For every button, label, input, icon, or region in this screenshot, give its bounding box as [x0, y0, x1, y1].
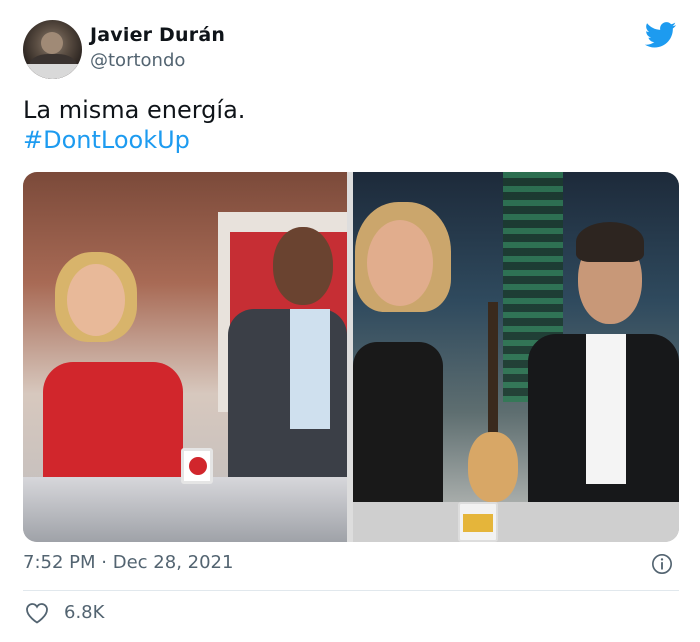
- studio-desk-right: [353, 502, 679, 542]
- avatar-face: [41, 32, 63, 54]
- meta-separator: ·: [101, 552, 107, 573]
- author-handle[interactable]: @tortondo: [90, 50, 185, 71]
- man-host-right: [528, 222, 679, 512]
- tv-studio-photo-left[interactable]: [23, 172, 347, 542]
- tv-studio-photo-right[interactable]: [353, 172, 679, 542]
- mug-left: [181, 448, 213, 484]
- heart-icon[interactable]: [25, 602, 49, 624]
- divider: [23, 590, 679, 591]
- info-icon[interactable]: [651, 553, 673, 575]
- avatar[interactable]: [23, 20, 82, 79]
- tweet-timestamp[interactable]: 7:52 PM · Dec 28, 2021: [23, 552, 233, 573]
- tweet-date: Dec 28, 2021: [112, 552, 234, 573]
- mug-right: [458, 502, 498, 542]
- author-name[interactable]: Javier Durán: [90, 24, 225, 46]
- tweet-text: La misma energía.: [23, 96, 246, 124]
- woman-presenter-left: [43, 252, 193, 482]
- tweet-time: 7:52 PM: [23, 552, 96, 573]
- twitter-bird-icon[interactable]: [645, 22, 677, 48]
- tweet-media[interactable]: [23, 172, 679, 542]
- like-count[interactable]: 6.8K: [64, 602, 104, 623]
- studio-desk-left: [23, 477, 347, 542]
- woman-presenter-right: [353, 202, 473, 522]
- tweet-card: Javier Durán @tortondo La misma energía.…: [0, 0, 700, 642]
- man-guest-left: [228, 227, 347, 487]
- avatar-desk: [23, 64, 82, 79]
- guitar: [468, 302, 518, 502]
- hashtag-link[interactable]: #DontLookUp: [23, 126, 190, 154]
